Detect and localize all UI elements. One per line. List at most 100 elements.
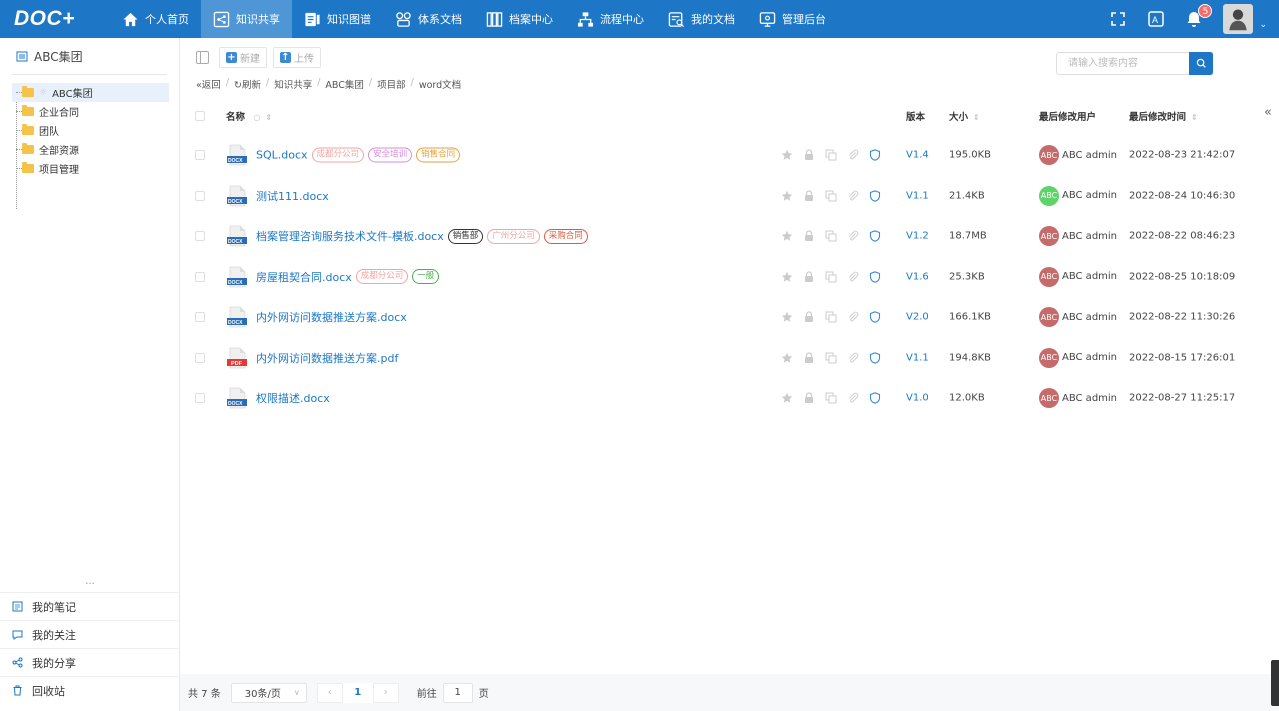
shield-icon[interactable] — [869, 392, 891, 405]
lock-icon[interactable] — [803, 271, 825, 283]
page-size-select[interactable]: 30条/页 ∨ — [230, 682, 307, 703]
attachment-icon[interactable] — [847, 149, 869, 161]
file-name-link[interactable]: 内外网访问数据推送方案.pdf — [256, 350, 398, 366]
nav-item-home[interactable]: 个人首页 — [110, 0, 201, 38]
sidebar-menu-item[interactable]: 我的笔记 — [0, 592, 180, 620]
next-page-button[interactable]: › — [372, 682, 399, 703]
tree-item[interactable]: 项目管理 — [12, 159, 169, 178]
version-cell[interactable]: V1.2 — [906, 231, 929, 242]
file-tag[interactable]: 安全培训 — [368, 147, 413, 163]
prev-page-button[interactable]: ‹ — [316, 682, 343, 703]
sort-icon[interactable]: ⇕ — [1191, 113, 1198, 122]
search-button[interactable] — [1189, 52, 1213, 75]
lock-icon[interactable] — [803, 230, 825, 242]
goto-page-input[interactable]: 1 — [442, 682, 473, 703]
lock-icon[interactable] — [803, 149, 825, 161]
row-checkbox[interactable] — [195, 271, 205, 282]
tree-item[interactable]: 企业合同 — [12, 102, 169, 121]
breadcrumb-item[interactable]: ABC集团 — [325, 77, 363, 91]
file-name-link[interactable]: 内外网访问数据推送方案.docx — [256, 309, 407, 325]
fullscreen-icon[interactable] — [1109, 10, 1127, 28]
file-tag[interactable]: 广州分公司 — [487, 228, 540, 244]
select-all-checkbox[interactable] — [195, 111, 205, 121]
version-cell[interactable]: V1.4 — [906, 150, 929, 161]
file-name-link[interactable]: 房屋租契合同.docx — [256, 269, 352, 285]
breadcrumb-item[interactable]: 知识共享 — [274, 77, 312, 91]
shield-icon[interactable] — [869, 311, 891, 324]
tree-item[interactable]: 全部资源 — [12, 140, 169, 159]
nav-item-share[interactable]: 知识共享 — [201, 0, 292, 38]
copy-icon[interactable] — [825, 311, 847, 323]
nav-item-graph[interactable]: 知识图谱 — [292, 0, 383, 38]
settings-icon[interactable]: ☼ — [39, 88, 47, 98]
breadcrumb-item[interactable]: 项目部 — [377, 77, 406, 91]
refresh-link[interactable]: ↻刷新 — [234, 77, 261, 91]
file-tag[interactable]: 成都分公司 — [311, 147, 365, 163]
favorite-star-icon[interactable] — [781, 311, 803, 323]
translate-icon[interactable]: A — [1147, 10, 1165, 28]
side-widget-handle[interactable] — [1271, 660, 1279, 706]
copy-icon[interactable] — [825, 392, 847, 404]
new-button[interactable]: + 新建 — [219, 47, 267, 68]
attachment-icon[interactable] — [847, 271, 869, 283]
row-checkbox[interactable] — [195, 393, 205, 404]
copy-icon[interactable] — [825, 149, 847, 161]
sidebar-header[interactable]: ABC集团 — [0, 38, 179, 74]
attachment-icon[interactable] — [847, 190, 869, 202]
row-checkbox[interactable] — [195, 352, 205, 363]
tree-item[interactable]: 团队 — [12, 121, 169, 140]
file-name-link[interactable]: 测试111.docx — [256, 188, 329, 204]
lock-icon[interactable] — [803, 190, 825, 202]
page-number[interactable]: 1 — [342, 682, 373, 703]
table-row[interactable]: PDF 内外网访问数据推送方案.pdf V1.1 194.8KB 2022-08-15 … — [180, 338, 1260, 379]
favorite-star-icon[interactable] — [781, 149, 803, 161]
attachment-icon[interactable] — [847, 352, 869, 364]
shield-icon[interactable] — [869, 351, 891, 364]
nav-item-flow[interactable]: 流程中心 — [565, 0, 656, 38]
table-row[interactable]: DOCX 内外网访问数据推送方案.docx V2.0 166.1KB 2022-08-2… — [180, 297, 1260, 338]
lock-icon[interactable] — [803, 311, 825, 323]
sort-icon[interactable]: ⇕ — [265, 113, 272, 122]
breadcrumb-item[interactable]: word文档 — [419, 77, 461, 91]
lock-icon[interactable] — [803, 392, 825, 404]
favorite-star-icon[interactable] — [781, 352, 803, 364]
sidebar-menu-item[interactable]: 我的分享 — [0, 648, 180, 676]
shield-icon[interactable] — [869, 230, 891, 243]
row-checkbox[interactable] — [195, 190, 205, 201]
file-tag[interactable]: 一般 — [412, 269, 440, 285]
sort-icon[interactable]: ⇕ — [973, 113, 980, 122]
user-avatar[interactable] — [1223, 4, 1254, 34]
table-row[interactable]: DOCX 测试111.docx V1.1 21.4KB 2022-08-24 10:46… — [180, 176, 1260, 217]
chevron-down-icon[interactable]: ⌄ — [1259, 20, 1267, 30]
version-cell[interactable]: V1.0 — [906, 393, 929, 404]
sidebar-menu-item[interactable]: 回收站 — [0, 676, 180, 704]
bell-icon[interactable]: 5 — [1185, 4, 1213, 28]
search-icon[interactable]: ○ — [253, 113, 260, 122]
favorite-star-icon[interactable] — [781, 190, 803, 202]
sidebar-more[interactable]: ... — [0, 576, 180, 587]
table-row[interactable]: DOCX 权限描述.docx V1.0 12.0KB 2022-08-27 11:25:… — [180, 378, 1260, 419]
lock-icon[interactable] — [803, 352, 825, 364]
back-link[interactable]: «返回 — [196, 77, 221, 91]
table-row[interactable]: DOCX 房屋租契合同.docx 成都分公司 一般 V1.6 25.3KB 2022-08-… — [180, 257, 1260, 298]
copy-icon[interactable] — [825, 352, 847, 364]
favorite-star-icon[interactable] — [781, 230, 803, 242]
copy-icon[interactable] — [825, 230, 847, 242]
nav-item-system[interactable]: 体系文档 — [383, 0, 474, 38]
favorite-star-icon[interactable] — [781, 271, 803, 283]
file-tag[interactable]: 销售部 — [447, 228, 484, 244]
copy-icon[interactable] — [825, 271, 847, 283]
header-time[interactable]: 最后修改时间 ⇕ — [1129, 109, 1198, 123]
header-name[interactable]: 名称 ○ ⇕ — [226, 109, 272, 123]
file-tag[interactable]: 成都分公司 — [355, 269, 409, 285]
header-size[interactable]: 大小 ⇕ — [949, 109, 980, 123]
file-tag[interactable]: 销售合同 — [416, 147, 461, 163]
nav-item-admin[interactable]: 管理后台 — [747, 0, 838, 38]
version-cell[interactable]: V2.0 — [906, 312, 929, 323]
version-cell[interactable]: V1.1 — [906, 190, 929, 201]
tree-item[interactable]: ☼ ABC集团 — [12, 83, 169, 102]
nav-item-my-doc[interactable]: 我的文档 — [656, 0, 747, 38]
copy-icon[interactable] — [825, 190, 847, 202]
toggle-sidebar-icon[interactable] — [196, 51, 209, 64]
shield-icon[interactable] — [869, 189, 891, 202]
